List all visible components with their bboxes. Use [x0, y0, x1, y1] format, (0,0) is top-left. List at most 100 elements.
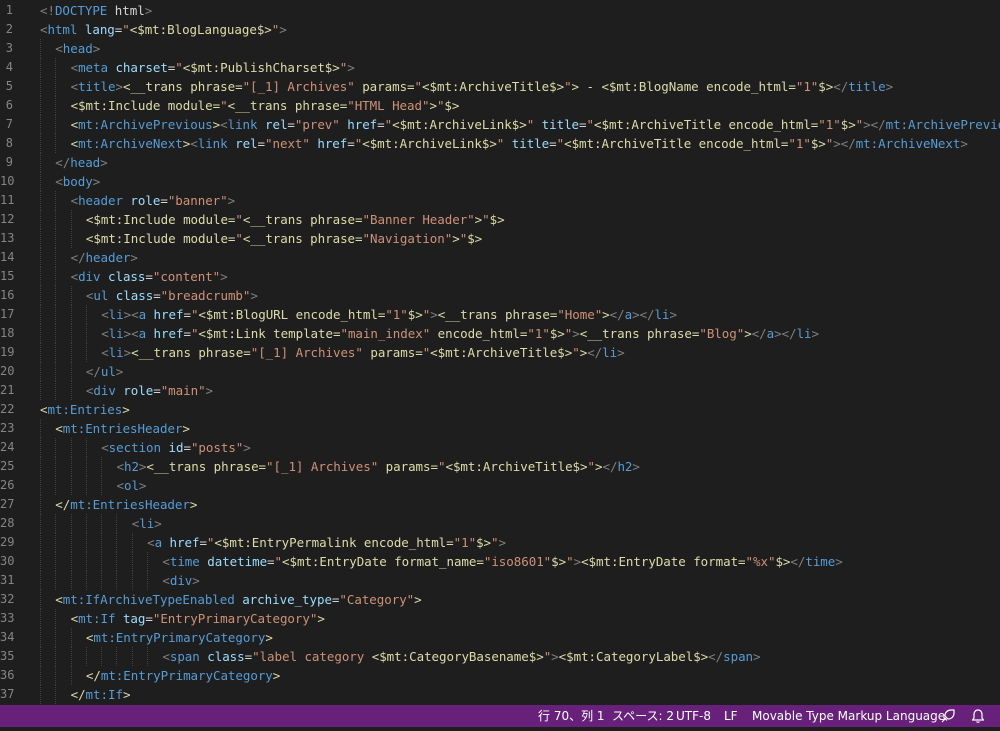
indentation-setting[interactable]: スペース: 2: [612, 705, 674, 727]
cursor-position[interactable]: 行 70、列 1: [538, 705, 605, 727]
code-token: head: [62, 41, 93, 56]
code-line[interactable]: 7 <mt:ArchivePrevious><link rel="prev" hr…: [0, 115, 1000, 134]
code-editor[interactable]: 1 <!DOCTYPE html> 2 <html lang="<$mt:BlogLa…: [0, 0, 1000, 705]
code-token: =: [145, 611, 153, 626]
code-line[interactable]: 9 </head>: [0, 153, 1000, 172]
code-token: "HTML Head": [347, 98, 430, 113]
indent-guide: [40, 476, 56, 495]
code-line[interactable]: 17 <li><a href="<$mt:BlogURL encode_html=…: [0, 305, 1000, 324]
indent-guide: [70, 305, 86, 324]
code-line[interactable]: 12 <$mt:Include module="<__trans phrase="…: [0, 210, 1000, 229]
indent-guide: [55, 210, 71, 229]
code-line[interactable]: 26 <ol>: [0, 476, 1000, 495]
code-token: ": [235, 212, 243, 227]
code-token: <$mt:ArchiveTitle encode_html=: [594, 117, 819, 132]
indent-guide: [40, 666, 56, 685]
language-mode[interactable]: Movable Type Markup Language: [752, 705, 945, 727]
code-line[interactable]: 14 </header>: [0, 248, 1000, 267]
code-line[interactable]: 35 <span class="label category <$mt:Categ…: [0, 647, 1000, 666]
code-token: <$mt:Link template=: [198, 326, 341, 341]
code-token: <$mt:EntryPermalink encode_html=: [214, 535, 454, 550]
code-line[interactable]: 20 </ul>: [0, 362, 1000, 381]
code-token: >: [414, 592, 422, 607]
indent-guide: [101, 647, 117, 666]
code-text: <mt:IfArchiveTypeEnabled archive_type="C…: [40, 590, 422, 609]
code-token: ": [274, 554, 283, 569]
indent-guide: [101, 571, 117, 590]
code-line[interactable]: 6 <$mt:Include module="<__trans phrase="H…: [0, 96, 1000, 115]
code-line[interactable]: 18 <li><a href="<$mt:Link template="main_…: [0, 324, 1000, 343]
code-line[interactable]: 24 <section id="posts">: [0, 438, 1000, 457]
code-line[interactable]: 23 <mt:EntriesHeader>: [0, 419, 1000, 438]
line-number: 5: [5, 79, 13, 93]
code-line[interactable]: 5 <title><__trans phrase="[_1] Archives" …: [0, 77, 1000, 96]
code-line[interactable]: 33 <mt:If tag="EntryPrimaryCategory">: [0, 609, 1000, 628]
code-line[interactable]: 32 <mt:IfArchiveTypeEnabled archive_type=…: [0, 590, 1000, 609]
indent-guide: [40, 58, 56, 77]
encoding-setting[interactable]: UTF-8: [676, 705, 711, 727]
code-token: link: [227, 117, 258, 132]
bell-icon[interactable]: [970, 708, 986, 724]
code-line[interactable]: 10 <body>: [0, 172, 1000, 191]
indent-guide: [40, 305, 56, 324]
code-line[interactable]: 15 <div class="content">: [0, 267, 1000, 286]
feedback-icon[interactable]: [940, 708, 956, 724]
code-token: "posts": [190, 440, 244, 455]
code-token: head: [70, 155, 101, 170]
code-text: <mt:Entries>: [40, 400, 130, 419]
code-token: mt:ArchiveNext: [78, 136, 183, 151]
code-line[interactable]: 1 <!DOCTYPE html>: [0, 1, 1000, 20]
code-line[interactable]: 27 </mt:EntriesHeader>: [0, 495, 1000, 514]
code-line[interactable]: 37 </mt:If>: [0, 685, 1000, 704]
code-line[interactable]: 25 <h2><__trans phrase="[_1] Archives" pa…: [0, 457, 1000, 476]
code-line[interactable]: 8 <mt:ArchiveNext><link rel="next" href="…: [0, 134, 1000, 153]
indent-guide: [70, 381, 86, 400]
code-text: <title><__trans phrase="[_1] Archives" p…: [40, 77, 893, 96]
code-line[interactable]: 29 <a href= " <$mt:EntryPermalink encode_ht…: [0, 533, 1000, 552]
code-line[interactable]: 4 <meta charset="<$mt:PublishCharset$>">: [0, 58, 1000, 77]
code-line[interactable]: 2 <html lang="<$mt:BlogLanguage$>">: [0, 20, 1000, 39]
code-text: <$mt:Include module="<__trans phrase="HT…: [40, 96, 459, 115]
code-line[interactable]: 3 <head>: [0, 39, 1000, 58]
code-token: >: [347, 60, 355, 75]
code-line[interactable]: 30 <time datetime="<$mt:EntryDate format_…: [0, 552, 1000, 571]
code-token: >: [100, 155, 108, 170]
code-token: >: [144, 3, 153, 18]
code-token: >: [572, 326, 580, 341]
code-token: =: [579, 117, 587, 132]
code-line[interactable]: 22 <mt:Entries>: [0, 400, 1000, 419]
code-line[interactable]: 21 <div role="main">: [0, 381, 1000, 400]
code-token: ></: [632, 307, 655, 322]
code-text: <$mt:Include module="<__trans phrase="Na…: [40, 229, 482, 248]
code-text: <h2><__trans phrase="[_1] Archives" para…: [40, 457, 640, 476]
code-token: >: [250, 288, 258, 303]
code-token: ": [482, 212, 490, 227]
line-number: 8: [5, 136, 13, 150]
code-line[interactable]: 13 <$mt:Include module="<__trans phrase="…: [0, 229, 1000, 248]
indent-guide: [40, 39, 56, 58]
code-text: <meta charset="<$mt:PublishCharset$>">: [40, 58, 355, 77]
code-token: </: [602, 459, 618, 474]
code-line[interactable]: 11 <header role="banner">: [0, 191, 1000, 210]
code-line[interactable]: 16 <ul class="breadcrumb">: [0, 286, 1000, 305]
code-text: <header role="banner">: [40, 191, 235, 210]
indent-guide: [70, 533, 86, 552]
indent-guide: [40, 685, 56, 704]
code-line[interactable]: 34 <mt:EntryPrimaryCategory>: [0, 628, 1000, 647]
code-token: <$mt:BlogLanguage$>: [129, 22, 272, 37]
code-line[interactable]: 31 <div>: [0, 571, 1000, 590]
code-line[interactable]: 28 <li>: [0, 514, 1000, 533]
code-token: title: [534, 117, 580, 132]
code-line[interactable]: 36 </mt:EntryPrimaryCategory>: [0, 666, 1000, 685]
line-number: 21: [0, 383, 15, 397]
indent-guide: [40, 191, 56, 210]
line-number: 26: [0, 478, 15, 492]
code-token: time: [805, 554, 836, 569]
line-number: 4: [5, 60, 13, 74]
code-token: <: [101, 326, 109, 341]
code-token: body: [62, 174, 93, 189]
indent-guide: [70, 628, 86, 647]
code-token: ": [566, 554, 574, 569]
eol-setting[interactable]: LF: [724, 705, 738, 727]
code-line[interactable]: 19 <li><__trans phrase="[_1] Archives" pa…: [0, 343, 1000, 362]
